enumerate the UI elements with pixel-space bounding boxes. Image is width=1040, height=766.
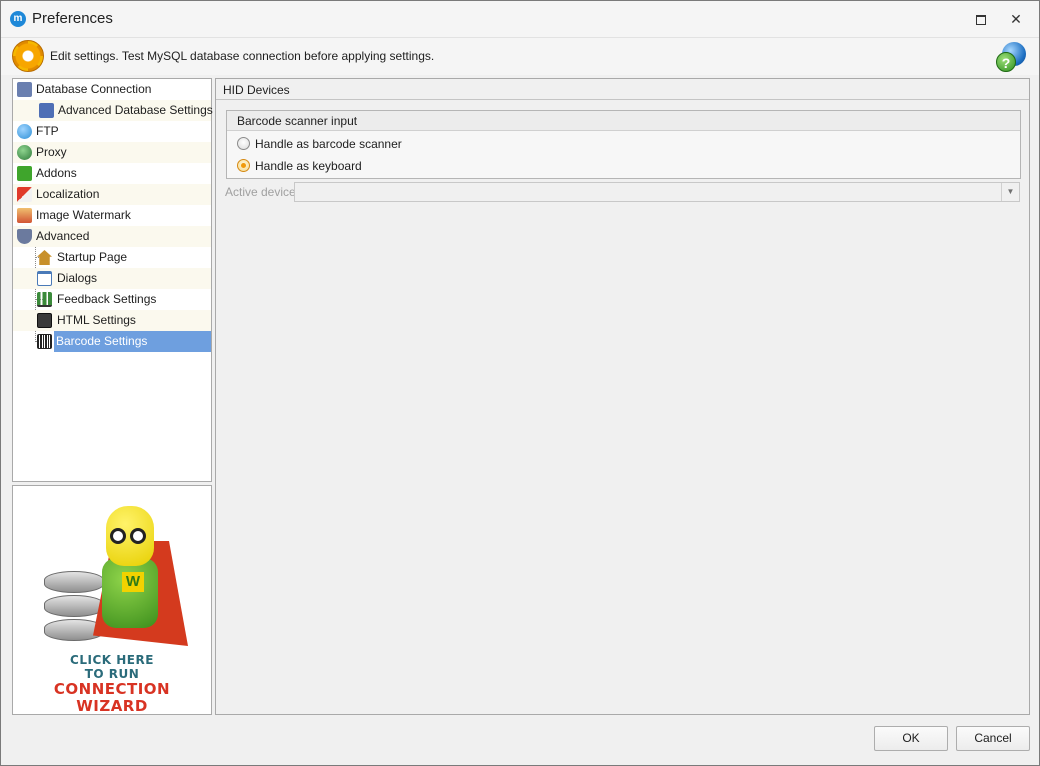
radio-keyboard[interactable] <box>237 159 250 172</box>
tree-item-label: Database Connection <box>36 82 152 96</box>
wizard-text-line: WIZARD <box>76 697 148 715</box>
proxy-globe-icon <box>17 145 32 160</box>
database-disc <box>44 595 104 617</box>
database-icon <box>17 82 32 97</box>
active-device-select[interactable]: ▼ <box>294 182 1020 202</box>
app-logo-icon: m <box>10 11 26 27</box>
image-icon <box>17 208 32 223</box>
group-title: Barcode scanner input <box>237 114 358 128</box>
tree-item-label: FTP <box>36 124 59 138</box>
tree-item-proxy[interactable]: Proxy <box>13 142 211 163</box>
bar-chart-icon <box>37 292 52 307</box>
active-device-label: Active device <box>225 185 296 199</box>
tree-item-label: Feedback Settings <box>57 292 157 306</box>
cancel-button[interactable]: Cancel <box>956 726 1030 751</box>
tree-item-label: Advanced Database Settings <box>58 103 213 117</box>
mascot-goggle <box>110 528 126 544</box>
tree-item-label: Image Watermark <box>36 208 131 222</box>
tree-item-addons[interactable]: Addons <box>13 163 211 184</box>
tree-item-image-watermark[interactable]: Image Watermark <box>13 205 211 226</box>
help-question-icon: ? <box>996 52 1016 72</box>
radio-label: Handle as barcode scanner <box>255 137 402 151</box>
radio-barcode-scanner[interactable] <box>237 137 250 150</box>
settings-content-panel: HID Devices Barcode scanner input Handle… <box>215 78 1030 715</box>
info-bar: Edit settings. Test MySQL database conne… <box>1 37 1039 75</box>
section-title: HID Devices <box>223 83 290 97</box>
group-title-bar: Barcode scanner input <box>227 111 1020 131</box>
mascot-goggle <box>130 528 146 544</box>
database-disc <box>44 571 104 593</box>
home-icon <box>37 250 52 265</box>
mascot-head <box>106 506 154 566</box>
tree-item-startup-page[interactable]: Startup Page <box>13 247 211 268</box>
localization-icon <box>17 187 32 202</box>
dialog-icon <box>37 271 52 286</box>
settings-gear-icon <box>12 40 44 72</box>
tree-item-label: Addons <box>36 166 77 180</box>
ftp-globe-icon <box>17 124 32 139</box>
wizard-mascot: W <box>98 506 160 646</box>
connection-wizard-banner[interactable]: W CLICK HERE TO RUN CONNECTION WIZARD <box>12 485 212 715</box>
barcode-icon <box>37 334 52 349</box>
tree-item-label: HTML Settings <box>57 313 136 327</box>
wizard-text-line: TO RUN <box>84 667 140 681</box>
tree-item-database-connection[interactable]: Database Connection <box>13 79 211 100</box>
wizard-text-line: CLICK HERE <box>70 653 154 667</box>
puzzle-icon <box>17 166 32 181</box>
title-bar: m Preferences ✕ <box>1 1 1039 37</box>
tree-item-html-settings[interactable]: HTML Settings <box>13 310 211 331</box>
preferences-window: m Preferences ✕ Edit settings. Test MySQ… <box>0 0 1040 766</box>
settings-tree: Database Connection Advanced Database Se… <box>12 78 213 482</box>
tree-item-advanced[interactable]: Advanced <box>13 226 211 247</box>
tree-item-dialogs[interactable]: Dialogs <box>13 268 211 289</box>
chevron-down-icon[interactable]: ▼ <box>1001 183 1019 201</box>
mascot-logo: W <box>122 572 144 592</box>
tree-item-localization[interactable]: Localization <box>13 184 211 205</box>
database-settings-icon <box>39 103 54 118</box>
radio-label: Handle as keyboard <box>255 159 362 173</box>
tree-item-label: Dialogs <box>57 271 98 285</box>
info-text: Edit settings. Test MySQL database conne… <box>50 49 435 63</box>
mascot-torso: W <box>102 558 158 628</box>
barcode-scanner-input-group: Barcode scanner input Handle as barcode … <box>226 110 1021 179</box>
window-title: Preferences <box>32 10 113 27</box>
help-icon[interactable]: ? <box>996 42 1028 74</box>
section-header: HID Devices <box>216 79 1029 100</box>
tree-item-label: Advanced <box>36 229 90 243</box>
tree-item-feedback-settings[interactable]: Feedback Settings <box>13 289 211 310</box>
ok-button[interactable]: OK <box>874 726 948 751</box>
tree-item-label: Barcode Settings <box>54 331 211 352</box>
tree-item-barcode-settings[interactable]: Barcode Settings <box>13 331 211 352</box>
tree-item-label: Proxy <box>36 145 67 159</box>
html-icon <box>37 313 52 328</box>
restore-button[interactable] <box>969 9 991 29</box>
wizard-text-line: CONNECTION <box>53 680 171 698</box>
close-button[interactable]: ✕ <box>1005 9 1027 29</box>
shield-icon <box>17 229 32 244</box>
tree-item-advanced-database-settings[interactable]: Advanced Database Settings <box>13 100 213 121</box>
tree-item-label: Localization <box>36 187 100 201</box>
tree-item-label: Startup Page <box>57 250 128 264</box>
database-stack-icon <box>44 571 104 651</box>
tree-item-ftp[interactable]: FTP <box>13 121 211 142</box>
